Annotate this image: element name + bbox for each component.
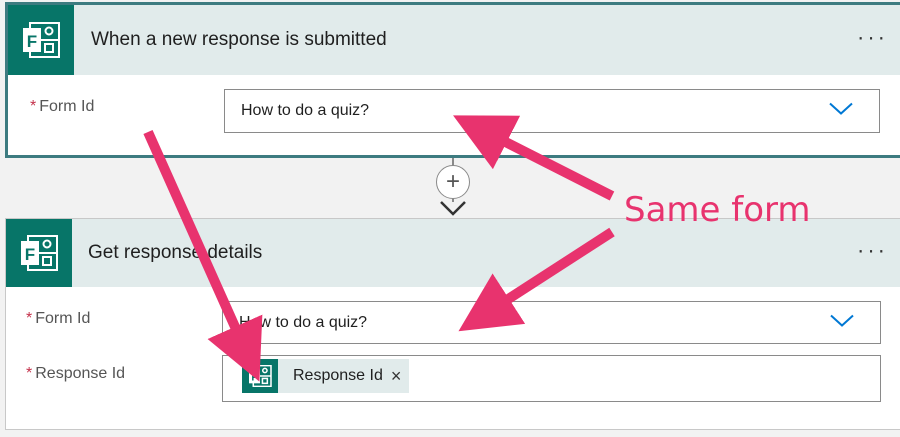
action-card: F Get response details ··· * Form Id How … (5, 218, 900, 430)
plus-icon: + (445, 168, 460, 195)
add-step-button[interactable]: + (436, 165, 470, 199)
svg-text:F: F (251, 372, 257, 383)
required-mark: * (26, 365, 33, 382)
form-id-dropdown[interactable]: How to do a quiz? (224, 89, 880, 133)
response-id-label: * Response Id (26, 365, 125, 383)
form-id-value: How to do a quiz? (239, 313, 368, 331)
form-id-label-text: Form Id (35, 310, 91, 327)
action-title: Get response details (88, 242, 263, 263)
required-mark: * (26, 310, 33, 327)
form-id-label: * Form Id (30, 98, 94, 116)
trigger-card-header[interactable]: F When a new response is submitted ··· (8, 5, 900, 75)
response-id-token[interactable]: F Response Id × (242, 359, 410, 393)
svg-text:F: F (25, 245, 35, 264)
response-id-field[interactable]: F Response Id × (222, 355, 881, 402)
form-id-label: * Form Id (26, 310, 90, 328)
trigger-card: F When a new response is submitted ··· *… (5, 2, 900, 158)
chevron-down-icon (830, 313, 854, 332)
more-options-icon[interactable]: ··· (857, 237, 888, 263)
form-id-label-text: Form Id (39, 98, 95, 115)
trigger-title: When a new response is submitted (91, 29, 387, 50)
arrow-down-icon (440, 201, 466, 216)
forms-icon: F (242, 359, 278, 393)
chevron-down-icon (829, 102, 853, 121)
annotation-text: Same form (624, 190, 811, 230)
forms-icon: F (6, 219, 72, 287)
response-id-token-label: Response Id (293, 367, 383, 384)
forms-icon: F (8, 5, 74, 75)
form-id-value: How to do a quiz? (241, 102, 370, 119)
form-id-dropdown[interactable]: How to do a quiz? (222, 301, 881, 344)
close-icon[interactable]: × (391, 366, 402, 387)
svg-text:F: F (27, 32, 37, 51)
required-mark: * (30, 98, 37, 115)
response-id-label-text: Response Id (35, 365, 126, 382)
more-options-icon[interactable]: ··· (857, 24, 888, 50)
